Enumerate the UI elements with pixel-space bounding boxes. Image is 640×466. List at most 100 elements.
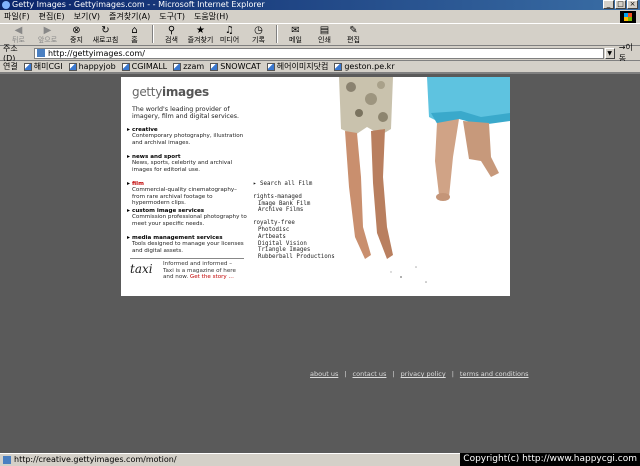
link-item[interactable]: CGIMALL (121, 62, 167, 71)
bullet-icon: ▸ (127, 234, 131, 241)
section-media-management[interactable]: ▸ media management services Tools design… (127, 234, 249, 254)
contact-us-link[interactable]: contact us (353, 370, 387, 378)
bullet-icon: ▸ (127, 207, 131, 214)
bullet-icon: ▸ (127, 180, 131, 187)
page-icon (36, 49, 45, 57)
tagline: The world's leading provider of imagery,… (132, 106, 240, 121)
history-icon: ◷ (254, 25, 263, 36)
getty-logo[interactable]: gettyimages (132, 85, 209, 99)
stop-button[interactable]: ⊗ 중지 (62, 23, 91, 45)
link-page-icon (121, 62, 130, 71)
search-button[interactable]: ⚲ 검색 (157, 23, 186, 45)
address-url: http://gettyimages.com/ (47, 48, 145, 58)
link-page-icon (266, 62, 275, 71)
link-page-icon (210, 62, 219, 71)
ie-icon (2, 1, 10, 9)
edit-button[interactable]: ✎ 편집 (339, 23, 368, 45)
home-button[interactable]: ⌂ 홈 (120, 23, 149, 45)
page-icon (3, 456, 11, 464)
maximize-button[interactable]: □ (615, 0, 626, 9)
getty-main-panel: gettyimages The world's leading provider… (121, 77, 510, 296)
menu-favorites[interactable]: 즐겨찾기(A) (109, 11, 150, 22)
menu-view[interactable]: 보기(V) (74, 11, 100, 22)
get-story-link[interactable]: Get the story ... (190, 274, 234, 280)
print-button[interactable]: ▤ 인쇄 (310, 23, 339, 45)
bullet-icon: ▸ (127, 153, 131, 160)
media-icon: ♫ (225, 25, 234, 36)
privacy-policy-link[interactable]: privacy policy (401, 370, 446, 378)
link-page-icon (68, 62, 77, 71)
bullet-icon: ▸ (127, 126, 131, 133)
media-button[interactable]: ♫ 미디어 (215, 23, 244, 45)
about-us-link[interactable]: about us (310, 370, 338, 378)
toolbar-separator (276, 25, 278, 43)
film-link[interactable]: Triangle Images (253, 247, 335, 254)
address-dropdown-button[interactable]: ▼ (604, 47, 615, 59)
separator: | (344, 370, 347, 378)
footer-links: about us | contact us | privacy policy |… (310, 370, 529, 378)
film-link[interactable]: Archive Films (253, 207, 335, 214)
window-title-bar: Getty Images - Gettyimages.com - - Micro… (0, 0, 640, 10)
menu-help[interactable]: 도움말(H) (194, 11, 228, 22)
refresh-icon: ↻ (101, 25, 110, 36)
minimize-button[interactable]: _ (603, 0, 614, 9)
home-icon: ⌂ (131, 25, 138, 36)
back-arrow-icon: ◀ (14, 25, 23, 36)
film-link[interactable]: Rubberball Productions (253, 254, 335, 261)
back-button[interactable]: ◀ 뒤로 (4, 23, 33, 45)
film-link[interactable]: Digital Vision (253, 241, 335, 248)
refresh-button[interactable]: ↻ 새로고침 (91, 23, 120, 45)
favorites-star-icon: ★ (196, 25, 205, 36)
favorites-button[interactable]: ★ 즐겨찾기 (186, 23, 215, 45)
menu-file[interactable]: 파일(F) (4, 11, 30, 22)
legs-illustration (339, 77, 510, 283)
section-film[interactable]: ▸ film Commercial-quality cinematography… (127, 180, 249, 207)
link-item[interactable]: zzam (173, 62, 204, 71)
close-button[interactable]: × (627, 0, 638, 9)
menu-tools[interactable]: 도구(T) (159, 11, 185, 22)
address-label: 주소(D) (3, 44, 18, 63)
terms-link[interactable]: terms and conditions (460, 370, 529, 378)
search-icon: ⚲ (167, 25, 176, 36)
search-all-film-link[interactable]: ▸ Search all Film (253, 181, 335, 188)
link-page-icon (173, 62, 182, 71)
toolbar-separator (152, 25, 154, 43)
stop-icon: ⊗ (72, 25, 81, 36)
separator: | (451, 370, 454, 378)
section-news-sport[interactable]: ▸ news and sport News, sports, celebrity… (127, 153, 249, 173)
links-label: 연결 (3, 62, 18, 71)
link-item[interactable]: 헤어이미지닷컴 (266, 61, 328, 72)
link-item[interactable]: 해미CGI (23, 61, 63, 72)
standard-toolbar: ◀ 뒤로 ▶ 앞으로 ⊗ 중지 ↻ 새로고침 ⌂ 홈 ⚲ 검색 ★ 즐겨찾기 ♫… (0, 24, 640, 46)
forward-arrow-icon: ▶ (43, 25, 52, 36)
link-item[interactable]: happyjob (68, 62, 116, 71)
film-link[interactable]: Image Bank Film (253, 201, 335, 208)
mail-icon: ✉ (291, 25, 300, 36)
window-controls: _ □ × (603, 0, 638, 9)
print-icon: ▤ (319, 25, 330, 36)
address-input[interactable]: http://gettyimages.com/ (33, 47, 604, 59)
link-item[interactable]: SNOWCAT (210, 62, 261, 71)
section-custom-image[interactable]: ▸ custom image services Commission profe… (127, 207, 249, 227)
menu-bar: 파일(F) 편집(E) 보기(V) 즐겨찾기(A) 도구(T) 도움말(H) (0, 10, 640, 24)
mail-button[interactable]: ✉ 메일 (281, 23, 310, 45)
address-bar: 주소(D) http://gettyimages.com/ ▼ →이동 (0, 43, 640, 63)
taxi-promo: Informed and informed – Taxi is a magazi… (163, 261, 236, 281)
status-url: http://creative.gettyimages.com/motion/ (14, 455, 177, 464)
film-link[interactable]: Photodisc (253, 227, 335, 234)
edit-icon: ✎ (349, 25, 358, 36)
history-button[interactable]: ◷ 기록 (244, 23, 273, 45)
links-bar: 연결 해미CGI happyjob CGIMALL zzam SNOWCAT 헤… (0, 61, 640, 74)
link-page-icon (334, 62, 343, 71)
rights-managed-heading: rights-managed (253, 193, 302, 200)
film-link[interactable]: Artbeats (253, 234, 335, 241)
section-creative[interactable]: ▸ creative Contemporary photography, ill… (127, 126, 249, 146)
forward-button[interactable]: ▶ 앞으로 (33, 23, 62, 45)
film-submenu: ▸ Search all Film rights-managed Image B… (253, 181, 335, 261)
menu-edit[interactable]: 편집(E) (39, 11, 65, 22)
separator: | (392, 370, 395, 378)
taxi-logo[interactable]: taxi (130, 262, 158, 276)
divider (130, 258, 244, 259)
link-item[interactable]: geston.pe.kr (334, 62, 395, 71)
royalty-free-heading: royalty-free (253, 220, 295, 227)
